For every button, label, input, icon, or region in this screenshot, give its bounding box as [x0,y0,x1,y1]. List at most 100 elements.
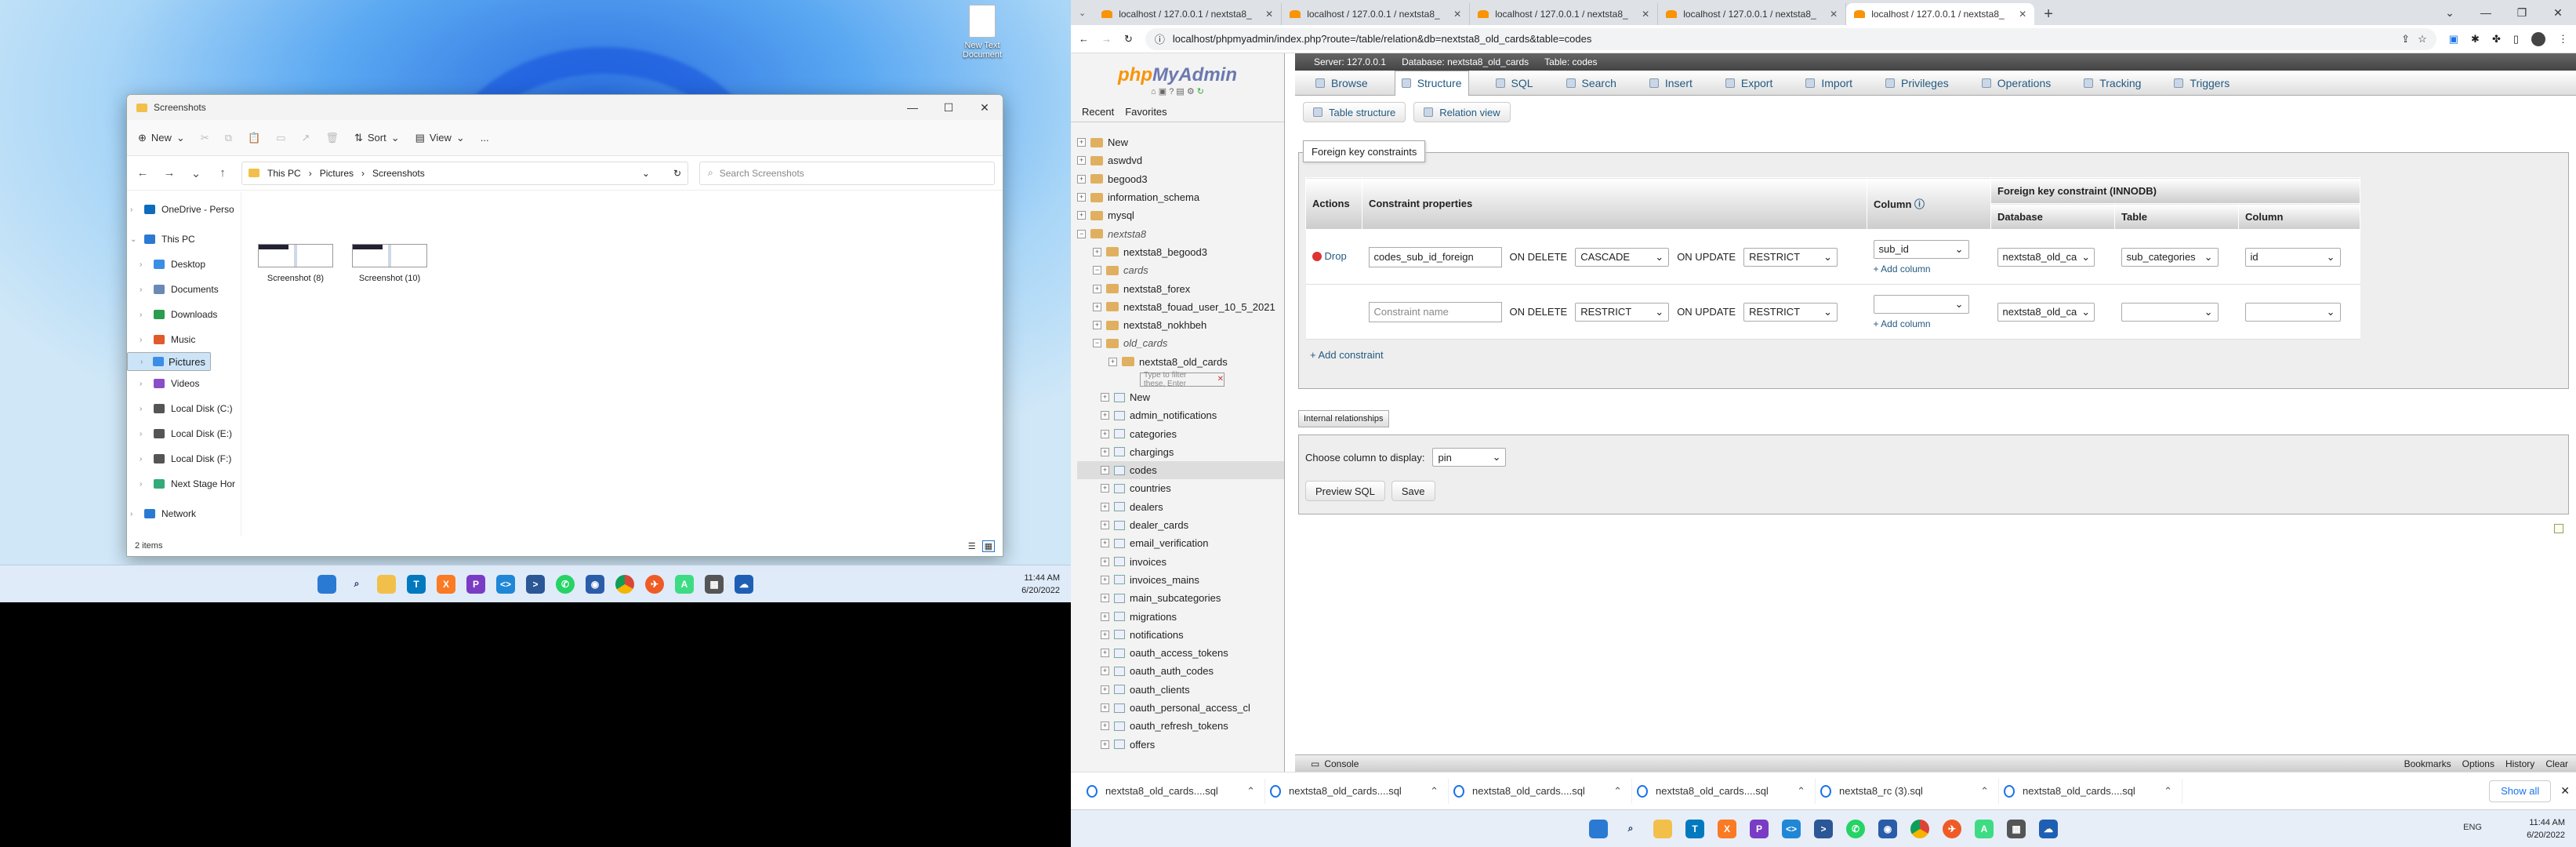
expand-icon[interactable]: + [1101,557,1109,566]
collapse-icon[interactable]: − [1077,229,1086,238]
tree-node[interactable]: + nextsta8_nokhbeh [1077,316,1284,334]
tab-favorites[interactable]: Favorites [1125,106,1166,118]
chevron-right-icon[interactable]: › [140,336,147,344]
on-delete-select[interactable]: RESTRICT ⌄ [1575,302,1670,322]
preview-sql-button[interactable]: Preview SQL [1305,481,1385,501]
chevron-right-icon[interactable]: › [130,510,138,518]
browser-tab[interactable]: localhost / 127.0.0.1 / nextsta8_o... ✕ [1094,3,1283,25]
calculator-icon[interactable]: ▦ [2007,819,2026,838]
menu-privileges[interactable]: Privileges [1879,71,1955,96]
tree-node[interactable]: + information_schema [1077,188,1284,206]
android-studio-icon[interactable]: A [1975,819,1994,838]
maximize-button[interactable]: ☐ [931,95,967,120]
cut-button[interactable]: ✂ [201,132,209,144]
expand-icon[interactable]: + [1108,357,1117,366]
tree-node[interactable]: − old_cards [1077,334,1284,352]
close-icon[interactable]: ✕ [1830,9,1838,20]
back-arrow-icon[interactable]: ← [135,166,151,180]
chevron-right-icon[interactable]: › [140,380,147,388]
download-item[interactable]: nextsta8_old_cards....sql ⌃ [1265,778,1449,804]
menu-triggers[interactable]: Triggers [2168,71,2236,96]
file-thumbnail[interactable]: Screenshot (10) [346,244,433,283]
expand-icon[interactable]: + [1093,247,1101,256]
table-filter-input[interactable]: Type to filter these, Enter ✕ [1140,371,1225,388]
browser-tab[interactable]: localhost / 127.0.0.1 / nextsta8_o... ✕ [1658,3,1847,25]
expand-icon[interactable]: + [1101,484,1109,493]
new-button[interactable]: ⊕ New ⌄ [138,132,185,144]
expand-icon[interactable]: + [1101,667,1109,676]
tree-node[interactable]: + nextsta8_forex [1077,279,1284,297]
table-item[interactable]: + oauth_auth_codes [1077,662,1284,680]
chevron-right-icon[interactable]: › [140,311,147,319]
expand-icon[interactable]: + [1101,521,1109,530]
close-button[interactable]: ✕ [967,95,1003,120]
table-item[interactable]: + admin_notifications [1077,406,1284,424]
chevron-up-icon[interactable]: ⌃ [1980,785,1989,798]
refresh-icon[interactable]: ↻ [673,168,681,179]
whatsapp-icon[interactable]: ✆ [1846,819,1865,838]
column-select[interactable]: ⌄ [1873,294,1969,314]
browser-tab[interactable]: localhost / 127.0.0.1 / nextsta8_o... ✕ [1846,3,2035,25]
browser-tab[interactable]: localhost / 127.0.0.1 / nextsta8_... ✕ [1470,3,1659,25]
expand-icon[interactable]: + [1101,539,1109,548]
constraint-name-input[interactable]: Constraint name [1368,301,1502,322]
help-icon[interactable]: ⓘ [1914,198,1925,210]
ref-column-select[interactable]: id ⌄ [2244,247,2341,267]
table-item[interactable]: + oauth_personal_access_cl [1077,699,1284,717]
nav-item[interactable]: › OneDrive - Perso [127,197,241,222]
paste-button[interactable]: 📋 [248,132,260,144]
page-settings-icon[interactable] [2554,524,2563,533]
nav-item[interactable]: › Local Disk (E:) [127,421,241,446]
rename-button[interactable]: ▭ [276,132,285,144]
share-button[interactable]: ↗ [302,132,310,144]
table-item[interactable]: + main_subcategories [1077,589,1284,607]
reload-icon[interactable]: ↻ [1197,87,1204,96]
table-item[interactable]: + oauth_clients [1077,681,1284,699]
expand-icon[interactable]: + [1077,193,1086,202]
menu-browse[interactable]: Browse [1309,71,1374,96]
android-studio-icon[interactable]: A [675,574,694,594]
table-select[interactable]: ⌄ [2121,302,2219,322]
tab-search-icon[interactable]: ⌄ [1079,8,1086,18]
puzzle-icon[interactable]: ✤ [2492,33,2501,45]
calculator-icon[interactable]: ▦ [705,574,724,594]
breadcrumb-screenshots[interactable]: Screenshots [372,168,425,179]
download-item[interactable]: nextsta8_old_cards....sql ⌃ [1082,778,1265,804]
expand-icon[interactable]: + [1101,466,1109,475]
download-item[interactable]: nextsta8_old_cards....sql ⌃ [1632,778,1816,804]
close-icon[interactable]: ✕ [2560,784,2570,798]
tree-node[interactable]: + nextsta8_fouad_user_10_5_2021 [1077,298,1284,316]
expand-icon[interactable]: + [1101,722,1109,731]
collapse-icon[interactable]: − [1093,266,1101,275]
logout-icon[interactable]: ▣ [1159,87,1166,96]
table-item[interactable]: + categories [1077,424,1284,442]
chevron-right-icon[interactable]: ⌄ [130,235,138,244]
start-icon[interactable] [317,574,336,594]
breadcrumb-database[interactable]: Database: nextsta8_old_cards [1402,56,1529,67]
chevron-up-icon[interactable]: ⌃ [1430,785,1439,798]
new-tab-button[interactable]: + [2034,5,2063,25]
save-button[interactable]: Save [1391,481,1435,501]
internal-relationships-button[interactable]: Internal relationships [1298,410,1389,427]
more-options-button[interactable]: ... [481,132,489,144]
forward-arrow-icon[interactable]: → [1101,33,1112,45]
expand-icon[interactable]: + [1093,284,1101,293]
menu-export[interactable]: Export [1719,71,1779,96]
translate-icon[interactable]: ▣ [2449,33,2458,45]
xampp-icon[interactable]: X [437,574,455,594]
tree-node[interactable]: + mysql [1077,206,1284,224]
breadcrumb-pictures[interactable]: Pictures [320,168,354,179]
close-button[interactable]: ✕ [2540,0,2576,25]
chevron-up-icon[interactable]: ⌃ [1613,785,1622,798]
desktop-text-file[interactable]: New Text Document [955,5,1010,60]
close-icon[interactable]: ✕ [1265,9,1273,20]
tree-node[interactable]: + New [1077,133,1284,151]
delete-button[interactable]: 🗑 [325,132,339,144]
chevron-up-icon[interactable]: ⌃ [2164,785,2172,798]
expand-icon[interactable]: + [1077,138,1086,147]
minimize-button[interactable]: — [894,95,931,120]
menu-sql[interactable]: SQL [1489,71,1540,96]
menu-structure[interactable]: Structure [1394,70,1469,96]
minimize-button[interactable]: — [2468,0,2504,25]
menu-search[interactable]: Search [1560,71,1623,96]
